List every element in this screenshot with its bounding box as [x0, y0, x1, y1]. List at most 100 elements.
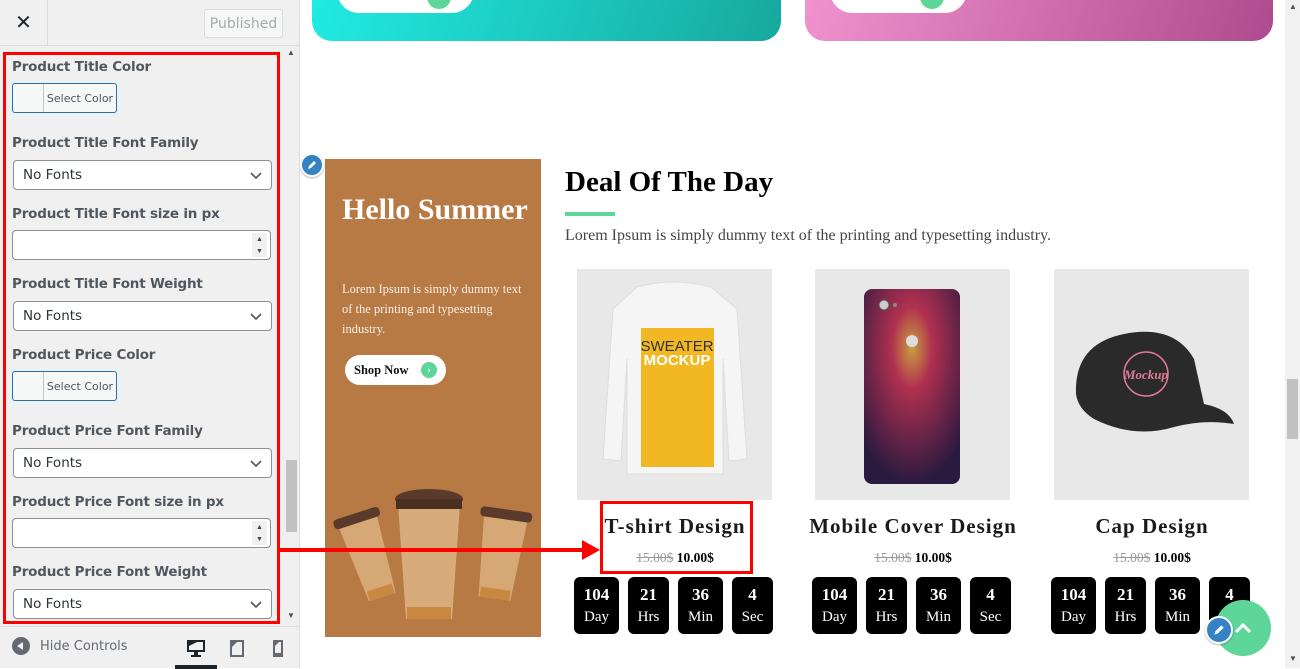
timer-days: 104 Day	[1051, 577, 1096, 634]
edit-shortcut-button[interactable]	[300, 153, 324, 177]
timer-unit: Min	[687, 609, 713, 625]
timer-value: 36	[1169, 585, 1186, 604]
chevron-down-icon	[250, 313, 262, 321]
promo-banner-pink	[805, 0, 1273, 41]
control-label: Product Price Font Family	[12, 423, 203, 439]
timer-value: 21	[640, 585, 657, 604]
control-label: Product Title Font Weight	[12, 276, 203, 292]
pencil-icon	[1214, 625, 1224, 635]
customizer-header: ✕ Published	[0, 0, 299, 46]
sale-price: 10.00$	[914, 550, 952, 565]
old-price: 15.00$	[874, 550, 912, 565]
title-accent-bar	[565, 212, 615, 216]
number-spinner[interactable]: ▲ ▼	[252, 521, 267, 545]
promo-banner-teal	[312, 0, 781, 41]
spin-up-icon[interactable]: ▲	[256, 524, 263, 531]
old-price: 15.00$	[1113, 550, 1151, 565]
product-price: 15.00$ 10.00$	[803, 550, 1023, 566]
timer-value: 36	[692, 585, 709, 604]
summer-promo-card: Hello Summer Lorem Ipsum is simply dummy…	[325, 159, 541, 637]
coffee-cup-image	[333, 489, 533, 619]
product-title[interactable]: Cap Design	[1042, 514, 1262, 539]
timer-hours: 21 Hrs	[1105, 577, 1146, 634]
spin-up-icon[interactable]: ▲	[256, 236, 263, 243]
scroll-up-icon[interactable]: ▲	[1289, 2, 1297, 11]
product-price-font-size-input[interactable]: ▲ ▼	[12, 518, 271, 548]
banner-button[interactable]	[337, 0, 474, 13]
control-label: Product Title Font Family	[12, 135, 199, 151]
product-title[interactable]: T-shirt Design	[565, 514, 785, 539]
product-price-font-family-select[interactable]: No Fonts	[13, 448, 272, 478]
tablet-device-icon[interactable]	[226, 637, 248, 659]
hide-controls-button[interactable]: Hide Controls	[12, 637, 128, 655]
scroll-down-icon[interactable]: ▼	[1289, 654, 1297, 663]
close-icon: ✕	[15, 12, 32, 34]
annotation-arrow-head	[582, 540, 600, 560]
timer-days: 104 Day	[574, 577, 619, 634]
publish-button[interactable]: Published	[204, 9, 283, 38]
collapse-icon	[12, 637, 30, 655]
site-preview: Hello Summer Lorem Ipsum is simply dummy…	[300, 0, 1285, 668]
timer-unit: Hrs	[1114, 609, 1137, 625]
timer-unit: Day	[584, 609, 609, 625]
shop-now-label: Shop Now	[354, 362, 409, 377]
countdown-timer: 104 Day 21 Hrs 36 Min 4 Sec	[812, 577, 1011, 634]
timer-value: 4	[986, 585, 995, 604]
number-spinner[interactable]: ▲ ▼	[252, 233, 267, 257]
timer-unit: Day	[822, 609, 847, 625]
old-price: 15.00$	[636, 550, 674, 565]
select-color-label: Select Color	[46, 379, 114, 393]
product-title-color-button[interactable]: Select Color	[12, 83, 117, 113]
product-image-cap[interactable]: Mockup	[1054, 269, 1249, 500]
timer-unit: Min	[925, 609, 951, 625]
product-title-font-family-select[interactable]: No Fonts	[13, 160, 272, 190]
scroll-down-icon[interactable]: ▼	[287, 611, 295, 620]
timer-days: 104 Day	[812, 577, 857, 634]
product-card[interactable]: Mobile Cover Design 15.00$ 10.00$ 104 Day…	[803, 269, 1023, 649]
product-price-color-button[interactable]: Select Color	[12, 371, 117, 401]
controls-scrollbar[interactable]: ▲ ▼	[285, 47, 298, 625]
control-label: Product Title Color	[12, 59, 151, 75]
timer-unit: Sec	[979, 609, 1002, 625]
banner-button[interactable]	[830, 0, 967, 13]
countdown-timer: 104 Day 21 Hrs 36 Min 4 Sec	[574, 577, 773, 634]
annotation-arrow	[280, 548, 585, 552]
chevron-right-icon: ›	[421, 362, 437, 378]
preview-scrollbar[interactable]: ▲ ▼	[1285, 0, 1300, 668]
timer-minutes: 36 Min	[678, 577, 723, 634]
product-price-font-weight-select[interactable]: No Fonts	[13, 589, 272, 619]
scroll-up-icon[interactable]: ▲	[287, 48, 295, 57]
timer-unit: Day	[1061, 609, 1086, 625]
spin-down-icon[interactable]: ▼	[256, 248, 263, 255]
timer-value: 104	[1060, 585, 1087, 604]
svg-text:Mockup: Mockup	[1123, 367, 1169, 382]
timer-unit: Sec	[741, 609, 764, 625]
product-price: 15.00$ 10.00$	[1042, 550, 1262, 566]
timer-unit: Min	[1164, 609, 1190, 625]
timer-seconds: 4 Sec	[732, 577, 773, 634]
timer-hours: 21 Hrs	[628, 577, 669, 634]
hide-controls-label: Hide Controls	[40, 638, 128, 654]
product-title-font-weight-select[interactable]: No Fonts	[13, 301, 272, 331]
product-title-font-size-input[interactable]: ▲ ▼	[12, 230, 271, 260]
timer-value: 36	[930, 585, 947, 604]
chevron-up-icon	[1234, 622, 1252, 634]
scrollbar-thumb[interactable]	[286, 460, 297, 532]
spin-down-icon[interactable]: ▼	[256, 536, 263, 543]
scrollbar-thumb[interactable]	[1287, 379, 1298, 439]
close-customizer-button[interactable]: ✕	[0, 0, 48, 45]
product-title[interactable]: Mobile Cover Design	[803, 514, 1023, 539]
timer-value: 104	[583, 585, 610, 604]
product-image-phone-cover[interactable]	[815, 269, 1010, 500]
shop-now-button[interactable]: Shop Now ›	[345, 355, 446, 385]
product-image-sweater[interactable]: SWEATER MOCKUP	[577, 269, 772, 500]
sale-price: 10.00$	[676, 550, 714, 565]
desktop-device-icon[interactable]	[185, 637, 207, 659]
timer-unit: Hrs	[875, 609, 898, 625]
product-card[interactable]: Mockup Cap Design 15.00$ 10.00$ 104 Day 2…	[1042, 269, 1262, 649]
product-card[interactable]: SWEATER MOCKUP T-shirt Design 15.00$ 10.…	[565, 269, 785, 649]
color-swatch	[13, 372, 44, 400]
mobile-device-icon[interactable]	[267, 637, 289, 659]
edit-shortcut-button[interactable]	[1205, 616, 1233, 644]
chevron-down-icon	[250, 601, 262, 609]
